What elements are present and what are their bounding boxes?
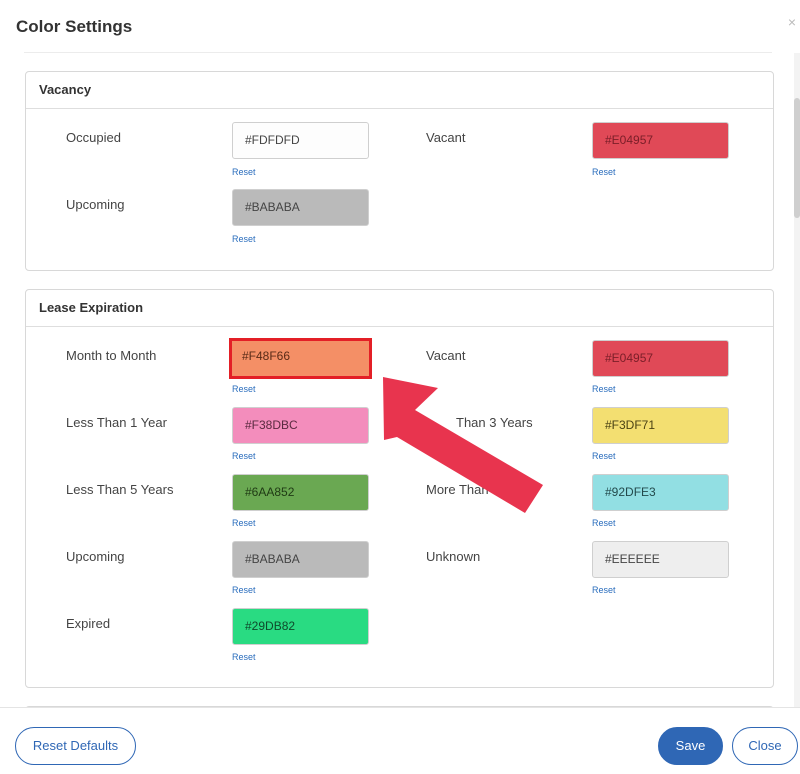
lease-upcoming-label: Upcoming (66, 549, 125, 564)
lease-expiration-section-title: Lease Expiration (26, 290, 773, 327)
vacant-color-swatch[interactable]: #E04957 (592, 122, 729, 159)
less-than-1-year-reset-link[interactable]: Reset (232, 451, 256, 461)
less-than-3-years-reset-link[interactable]: Reset (592, 451, 616, 461)
close-icon[interactable]: × (788, 14, 796, 30)
unknown-label: Unknown (426, 549, 481, 564)
vacant-reset-link[interactable]: Reset (592, 167, 616, 177)
expired-color-swatch[interactable]: #29DB82 (232, 608, 369, 645)
less-than-3-years-label: Than 3 Years (456, 415, 533, 430)
scrollbar-thumb[interactable] (794, 98, 800, 218)
close-button[interactable]: Close (732, 727, 798, 765)
dialog-title: Color Settings (16, 17, 133, 36)
occupied-label: Occupied (66, 130, 121, 145)
less-than-1-year-color-swatch[interactable]: #F38DBC (232, 407, 369, 444)
upcoming-label: Upcoming (66, 197, 125, 212)
more-than-5-years-reset-link[interactable]: Reset (592, 518, 616, 528)
less-than-5-years-reset-link[interactable]: Reset (232, 518, 256, 528)
lease-upcoming-reset-link[interactable]: Reset (232, 585, 256, 595)
occupied-reset-link[interactable]: Reset (232, 167, 256, 177)
lease-vacant-label: Vacant (426, 348, 466, 363)
more-than-5-years-color-swatch[interactable]: #92DFE3 (592, 474, 729, 511)
lease-vacant-reset-link[interactable]: Reset (592, 384, 616, 394)
upcoming-color-swatch[interactable]: #BABABA (232, 189, 369, 226)
month-to-month-label: Month to Month (66, 348, 157, 363)
less-than-1-year-label: Less Than 1 Year (66, 415, 167, 430)
more-than-5-years-label: More Than 5 Y (426, 482, 512, 497)
lease-expiration-section: Lease Expiration Month to Month #F48F66 … (25, 289, 774, 688)
unknown-color-swatch[interactable]: #EEEEEE (592, 541, 729, 578)
expired-label: Expired (66, 616, 111, 631)
less-than-5-years-label: Less Than 5 Years (66, 482, 174, 497)
unknown-reset-link[interactable]: Reset (592, 585, 616, 595)
month-to-month-reset-link[interactable]: Reset (232, 384, 256, 394)
reset-defaults-button[interactable]: Reset Defaults (15, 727, 136, 765)
scrollbar[interactable] (794, 53, 800, 707)
lease-upcoming-color-swatch[interactable]: #BABABA (232, 541, 369, 578)
less-than-3-years-color-swatch[interactable]: #F3DF71 (592, 407, 729, 444)
expired-reset-link[interactable]: Reset (232, 652, 256, 662)
settings-scroll-area[interactable]: Vacancy Occupied #FDFDFD Reset Vacant #E… (0, 53, 800, 707)
month-to-month-color-swatch[interactable]: #F48F66 (229, 338, 372, 379)
save-button[interactable]: Save (658, 727, 723, 765)
upcoming-reset-link[interactable]: Reset (232, 234, 256, 244)
lease-vacant-color-swatch[interactable]: #E04957 (592, 340, 729, 377)
less-than-5-years-color-swatch[interactable]: #6AA852 (232, 474, 369, 511)
vacancy-section-title: Vacancy (26, 72, 773, 109)
vacant-label: Vacant (426, 130, 466, 145)
footer-divider (0, 707, 800, 708)
occupied-color-swatch[interactable]: #FDFDFD (232, 122, 369, 159)
vacancy-section: Vacancy Occupied #FDFDFD Reset Vacant #E… (25, 71, 774, 271)
